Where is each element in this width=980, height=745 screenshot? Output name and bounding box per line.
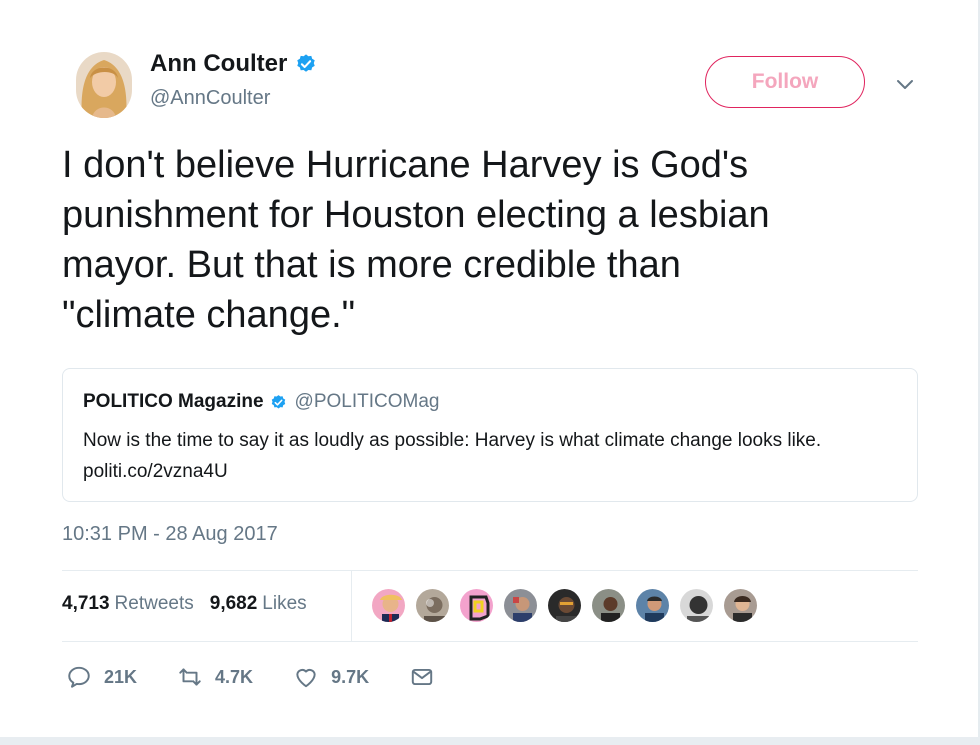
liker-avatar[interactable] xyxy=(458,587,495,624)
divider xyxy=(62,641,918,642)
liker-avatar[interactable] xyxy=(502,587,539,624)
verified-badge-icon xyxy=(297,54,316,72)
author-name-row: Ann Coulter xyxy=(150,50,317,78)
tweet-card: Ann Coulter @AnnCoulter Follow I don't b… xyxy=(0,0,980,745)
retweets-stat[interactable]: 4,713 Retweets xyxy=(62,593,194,615)
author-avatar[interactable] xyxy=(76,52,132,118)
divider xyxy=(62,570,918,571)
follow-button[interactable]: Follow xyxy=(705,56,865,108)
bottom-border xyxy=(0,737,980,745)
retweet-count: 4.7K xyxy=(215,666,254,687)
author-name[interactable]: Ann Coulter xyxy=(150,50,287,78)
likes-label: Likes xyxy=(262,593,307,614)
reply-action[interactable]: 21K xyxy=(66,664,137,690)
retweet-icon xyxy=(179,668,201,686)
quoted-author-handle: @POLITICOMag xyxy=(294,391,440,412)
liker-avatar[interactable] xyxy=(546,587,583,624)
tweet-actions: 21K 4.7K 9.7K xyxy=(66,664,475,690)
heart-icon xyxy=(296,668,316,688)
chevron-down-icon[interactable] xyxy=(893,72,917,96)
liker-avatar[interactable] xyxy=(634,587,671,624)
quoted-tweet[interactable]: POLITICO Magazine @POLITICOMag Now is th… xyxy=(62,368,918,502)
like-count: 9.7K xyxy=(331,666,370,687)
likes-stat[interactable]: 9,682 Likes xyxy=(210,593,307,615)
liker-avatar[interactable] xyxy=(590,587,627,624)
like-action[interactable]: 9.7K xyxy=(293,664,369,690)
tweet-text: I don't believe Hurricane Harvey is God'… xyxy=(62,144,770,336)
liker-avatar[interactable] xyxy=(414,587,451,624)
reply-count: 21K xyxy=(104,666,138,687)
tweet-stats: 4,713 Retweets 9,682 Likes xyxy=(62,593,307,615)
tweet-timestamp[interactable]: 10:31 PM - 28 Aug 2017 xyxy=(62,523,278,546)
retweets-count: 4,713 xyxy=(62,593,110,614)
liker-avatar[interactable] xyxy=(678,587,715,624)
likes-count: 9,682 xyxy=(209,593,258,614)
divider xyxy=(351,570,352,641)
quoted-text: Now is the time to say it as loudly as p… xyxy=(83,430,822,482)
mail-icon xyxy=(411,668,433,686)
quoted-author-name: POLITICO Magazine xyxy=(83,391,264,412)
verified-badge-icon xyxy=(271,394,285,409)
liker-avatars xyxy=(370,587,759,624)
reply-icon xyxy=(68,666,90,688)
liker-avatar[interactable] xyxy=(370,587,407,624)
retweet-action[interactable]: 4.7K xyxy=(177,664,253,690)
retweets-label: Retweets xyxy=(114,593,194,614)
liker-avatar[interactable] xyxy=(722,587,759,624)
direct-message-action[interactable] xyxy=(409,664,435,690)
author-handle[interactable]: @AnnCoulter xyxy=(150,87,270,110)
quoted-header: POLITICO Magazine @POLITICOMag xyxy=(83,391,439,413)
